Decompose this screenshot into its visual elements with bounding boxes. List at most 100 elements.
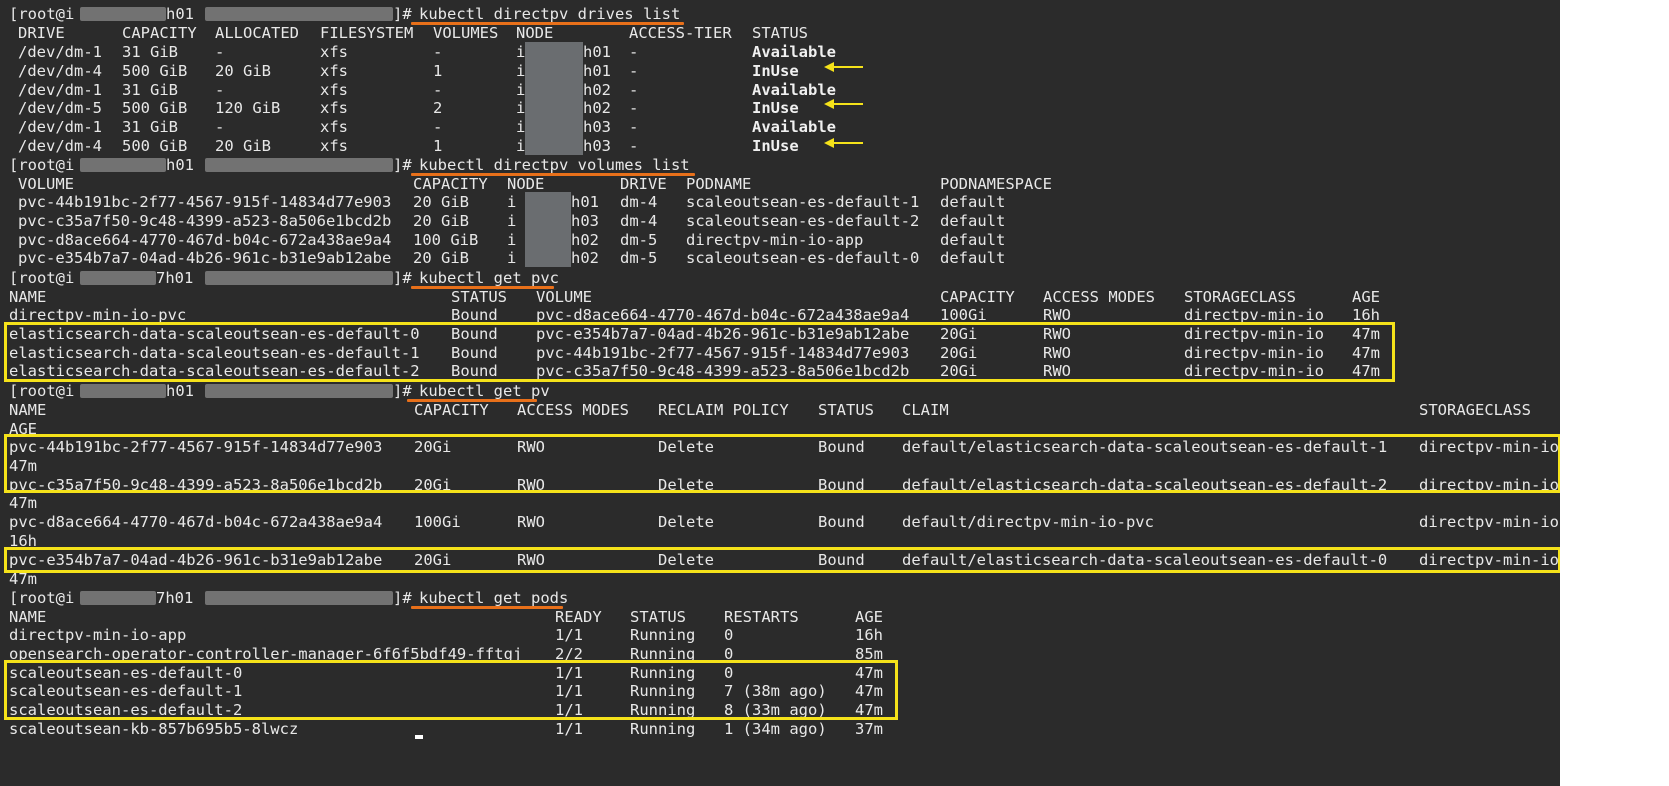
- drive-capacity: 500 GiB: [122, 137, 188, 155]
- drive-volumes: -: [433, 80, 443, 99]
- drive-node-suffix: h01: [583, 43, 611, 61]
- table-row[interactable]: pvc-e354b7a7-04ad-4b26-961c-b31e9ab12abe…: [0, 248, 1669, 268]
- col-node: NODE: [516, 24, 554, 42]
- drive-capacity: 500 GiB: [122, 61, 188, 80]
- drive-path: /dev/dm-4: [18, 137, 102, 155]
- prompt-symbol: ]#: [393, 589, 412, 607]
- volume-node-suffix: h02: [571, 249, 599, 268]
- drive-status: Available: [752, 43, 836, 61]
- redacted-path: [205, 384, 393, 398]
- drive-node-prefix: i: [516, 80, 526, 99]
- table-row[interactable]: /dev/dm-1 31 GiB - xfs - i h02- Available: [0, 80, 1669, 100]
- redacted-path: [205, 7, 393, 21]
- pv-storageclass: directpv-min-io: [1419, 513, 1559, 532]
- arrow-left-icon: [824, 62, 863, 72]
- col-volumes: VOLUMES: [433, 24, 499, 42]
- drive-node-suffix: h01: [583, 61, 611, 80]
- highlight-box: [4, 547, 1561, 573]
- volume-name: pvc-d8ace664-4770-467d-b04c-672a438ae9a4: [18, 230, 392, 249]
- prompt-host: 7h01: [156, 589, 194, 607]
- pod-status: Running: [630, 720, 696, 738]
- window-edge: [1560, 0, 1669, 786]
- drive-volumes: 2: [433, 99, 443, 118]
- col-age: AGE: [1352, 288, 1380, 306]
- drive-volumes: 1: [433, 137, 443, 155]
- drive-node-prefix: i: [516, 118, 526, 137]
- pod-ready: 1/1: [555, 720, 583, 738]
- table-row[interactable]: pvc-d8ace664-4770-467d-b04c-672a438ae9a4…: [0, 230, 1669, 250]
- pv-capacity: 100Gi: [414, 513, 461, 532]
- pod-status: Running: [630, 626, 696, 644]
- col-access-modes: ACCESS MODES: [1043, 288, 1155, 306]
- table-row[interactable]: scaleoutsean-kb-857b695b5-8lwcz 1/1 Runnin…: [0, 719, 1669, 739]
- command-text: kubectl get pv: [419, 382, 550, 400]
- prompt-line: [root@i h01 ]# kubectl directpv volumes …: [0, 155, 1669, 175]
- volume-node-suffix: h02: [571, 230, 599, 249]
- col-drive: DRIVE: [18, 24, 65, 42]
- drive-filesystem: xfs: [320, 43, 348, 61]
- drive-capacity: 500 GiB: [122, 99, 188, 118]
- drive-node-suffix: h02: [583, 80, 611, 99]
- pod-age: 37m: [855, 720, 883, 738]
- pv-status: Bound: [818, 513, 865, 532]
- col-status: STATUS: [752, 24, 808, 42]
- drive-access-tier: -: [629, 80, 639, 99]
- redacted-path: [205, 271, 393, 285]
- volume-podname: scaleoutsean-es-default-2: [686, 211, 920, 230]
- table-header: NAME CAPACITY ACCESS MODES RECLAIM POLIC…: [0, 400, 1669, 420]
- prompt-host: h01: [166, 156, 194, 174]
- prompt-line: [root@i h01 ]# kubectl get pv: [0, 381, 1669, 401]
- col-age: AGE: [855, 608, 883, 626]
- command-text: kubectl directpv drives list: [419, 5, 681, 23]
- col-podname: PODNAME: [686, 175, 752, 193]
- redacted-host: [80, 384, 166, 398]
- volume-node-suffix: h01: [571, 193, 599, 211]
- volume-capacity: 20 GiB: [413, 193, 469, 211]
- prompt-user: [root@i: [9, 382, 75, 400]
- col-claim: CLAIM: [902, 401, 949, 419]
- drive-volumes: 1: [433, 61, 443, 80]
- drive-allocated: -: [215, 43, 225, 61]
- terminal-window[interactable]: [root@i h01 ]# kubectl directpv drives l…: [0, 0, 1669, 786]
- volume-name: pvc-44b191bc-2f77-4567-915f-14834d77e903: [18, 193, 392, 211]
- col-drive: DRIVE: [620, 175, 667, 193]
- drive-access-tier: -: [629, 99, 639, 118]
- table-row[interactable]: pvc-c35a7f50-9c48-4399-a523-8a506e1bcd2b…: [0, 211, 1669, 231]
- prompt-symbol: ]#: [393, 156, 412, 174]
- volume-podnamespace: default: [940, 211, 1006, 230]
- drive-allocated: 120 GiB: [215, 99, 281, 118]
- drive-allocated: 20 GiB: [215, 137, 271, 155]
- highlight-box: [4, 322, 1395, 382]
- pod-age: 16h: [855, 626, 883, 644]
- table-row[interactable]: pvc-d8ace664-4770-467d-b04c-672a438ae9a4…: [0, 512, 1669, 532]
- drive-filesystem: xfs: [320, 61, 348, 80]
- drive-allocated: 20 GiB: [215, 61, 271, 80]
- pod-name: directpv-min-io-app: [9, 626, 187, 644]
- table-row[interactable]: directpv-min-io-app 1/1 Running 0 16h: [0, 625, 1669, 645]
- prompt-host: h01: [166, 382, 194, 400]
- drive-access-tier: -: [629, 137, 639, 155]
- table-row[interactable]: /dev/dm-1 31 GiB - xfs - i h01- Available: [0, 42, 1669, 62]
- drive-node-suffix: h02: [583, 99, 611, 118]
- redacted-host: [80, 158, 166, 172]
- drive-node-prefix: i: [516, 43, 526, 61]
- drive-volumes: -: [433, 43, 443, 61]
- col-name: NAME: [9, 401, 47, 419]
- col-volume: VOLUME: [18, 175, 74, 193]
- redacted-host: [80, 271, 156, 285]
- drive-filesystem: xfs: [320, 99, 348, 118]
- prompt-host: 7h01: [156, 269, 194, 287]
- drive-volumes: -: [433, 118, 443, 137]
- table-row[interactable]: /dev/dm-1 31 GiB - xfs - i h03- Available: [0, 117, 1669, 137]
- col-name: NAME: [9, 288, 47, 306]
- volume-podname: scaleoutsean-es-default-0: [686, 249, 920, 268]
- drive-node-prefix: i: [516, 137, 526, 155]
- pod-restarts: 0: [724, 626, 734, 644]
- table-row[interactable]: pvc-44b191bc-2f77-4567-915f-14834d77e903…: [0, 192, 1669, 212]
- volume-podnamespace: default: [940, 193, 1006, 211]
- drive-node-prefix: i: [516, 61, 526, 80]
- prompt-user: [root@i: [9, 5, 75, 23]
- volume-drive: dm-4: [620, 211, 658, 230]
- pod-name: scaleoutsean-kb-857b695b5-8lwcz: [9, 720, 299, 738]
- prompt-symbol: ]#: [393, 382, 412, 400]
